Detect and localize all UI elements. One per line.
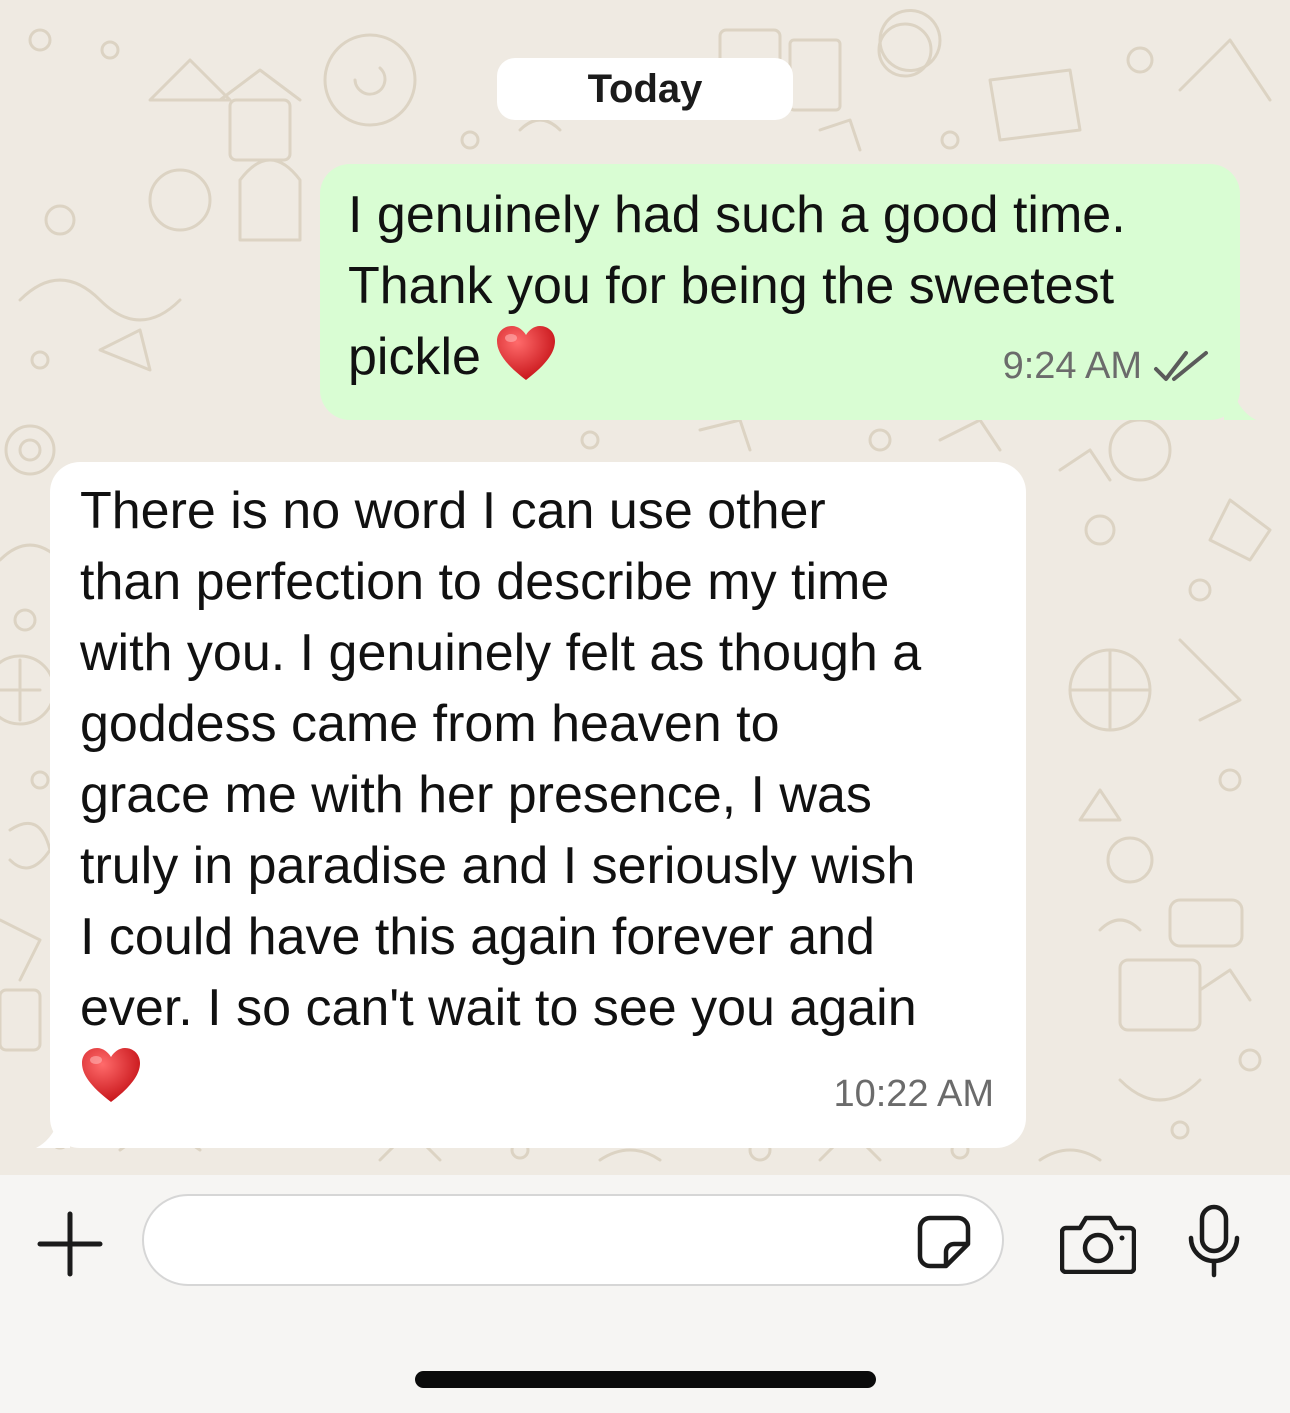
message-time: 10:22 AM [833, 1073, 994, 1115]
chat-background: Today I genuinely had such a good time. … [0, 0, 1290, 1175]
sticker-icon[interactable] [916, 1214, 972, 1270]
message-text: There is no word I can use other than pe… [80, 476, 1006, 1115]
outgoing-bubble-tail [1224, 380, 1256, 420]
red-heart-emoji-icon [82, 1048, 140, 1102]
message-meta: 10:22 AM [833, 1059, 994, 1130]
outgoing-message-bubble[interactable]: I genuinely had such a good time. Thank … [320, 164, 1240, 420]
camera-icon[interactable] [1060, 1212, 1136, 1274]
day-separator: Today [497, 58, 793, 120]
red-heart-emoji-icon [497, 326, 556, 380]
message-input[interactable] [174, 1212, 898, 1270]
microphone-icon[interactable] [1186, 1204, 1242, 1278]
home-indicator[interactable] [415, 1371, 876, 1388]
incoming-message-text: There is no word I can use other than pe… [80, 482, 922, 1037]
message-meta: 9:24 AM [1003, 331, 1210, 402]
incoming-message-bubble[interactable]: There is no word I can use other than pe… [50, 462, 1026, 1148]
plus-icon[interactable] [36, 1210, 104, 1278]
message-time: 9:24 AM [1002, 345, 1142, 387]
double-check-read-icon [1154, 350, 1208, 381]
message-input-field[interactable] [142, 1194, 1004, 1286]
incoming-bubble-tail [36, 1108, 70, 1148]
